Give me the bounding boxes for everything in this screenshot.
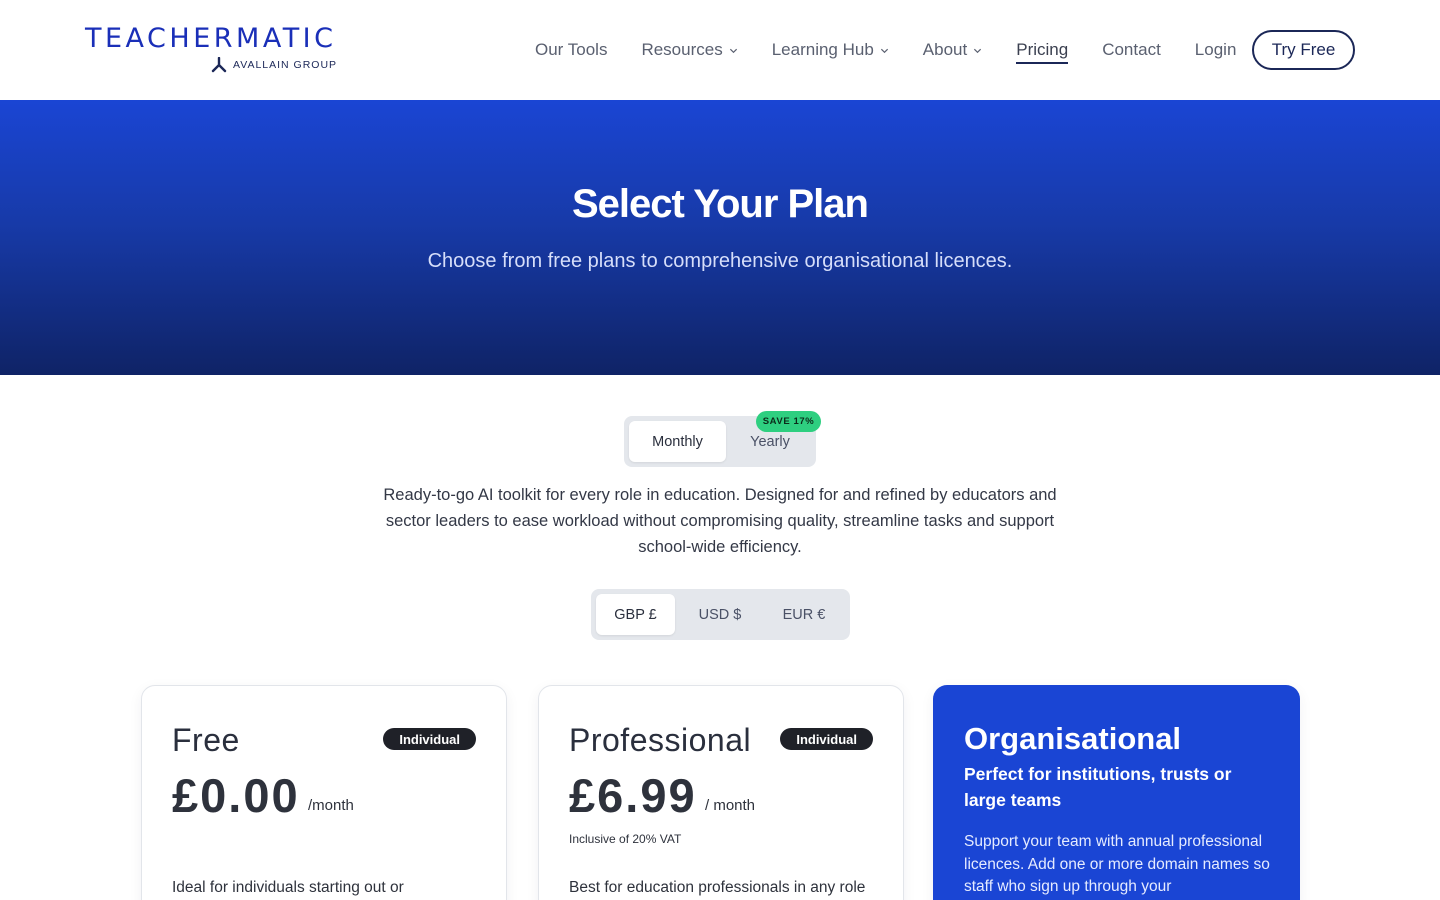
nav-item-label: Pricing: [1016, 40, 1069, 59]
page-title: Select Your Plan: [572, 182, 869, 226]
site-header: TEACHERMATIC AVALLAIN GROUP Our Tools Re…: [0, 0, 1440, 100]
logo-group-label: AVALLAIN GROUP: [233, 59, 338, 71]
nav-item-pricing[interactable]: Pricing: [1016, 40, 1069, 64]
plan-badge: Individual: [383, 728, 476, 750]
nav-item-resources[interactable]: Resources: [641, 40, 737, 60]
nav-item-label: Our Tools: [535, 40, 608, 59]
plan-badge: Individual: [780, 728, 873, 750]
logo-subline: AVALLAIN GROUP: [211, 57, 337, 73]
chevron-down-icon: [974, 48, 982, 53]
plan-price: £0.00: [172, 769, 300, 822]
nav-item-label: About: [922, 40, 968, 59]
logo-wordmark: TEACHERMATIC: [85, 23, 337, 54]
nav-item-label: Resources: [641, 40, 723, 59]
billing-monthly-option[interactable]: Monthly: [629, 421, 726, 462]
plan-card-organisational: Organisational Perfect for institutions,…: [933, 685, 1300, 900]
nav-item-about[interactable]: About: [923, 40, 982, 60]
currency-usd-option[interactable]: USD $: [679, 594, 761, 635]
nav-item-label: Login: [1194, 40, 1237, 59]
nav-item-contact[interactable]: Contact: [1102, 40, 1161, 60]
pricing-hero: Select Your Plan Choose from free plans …: [0, 100, 1440, 375]
save-badge: SAVE 17%: [756, 411, 821, 432]
currency-eur-option[interactable]: EUR €: [763, 594, 845, 635]
plan-name: Professional: [569, 722, 752, 758]
plan-period: /month: [308, 797, 354, 814]
plan-name: Organisational: [964, 721, 1182, 756]
hero-subtitle: Choose from free plans to comprehensive …: [427, 250, 1013, 272]
chevron-down-icon: [880, 48, 888, 53]
plan-description: Best for education professionals in any …: [569, 879, 866, 896]
teachermatic-logo[interactable]: TEACHERMATIC AVALLAIN GROUP: [85, 23, 337, 76]
avallain-mark-icon: [211, 57, 227, 73]
plan-description: Ideal for individuals starting out or: [172, 879, 404, 896]
plan-price: £6.99: [569, 769, 697, 822]
plan-card-professional: Professional Individual £6.99 / month In…: [538, 685, 904, 900]
plan-card-free: Free Individual £0.00 /month Ideal for i…: [141, 685, 507, 900]
currency-toggle: GBP £ USD $ EUR €: [591, 589, 850, 640]
nav-item-login[interactable]: Login: [1195, 40, 1237, 60]
plan-description: Support your team with annual profession…: [964, 833, 1270, 895]
nav-item-learning-hub[interactable]: Learning Hub: [772, 40, 889, 60]
plan-tagline: Perfect for institutions, trusts or larg…: [964, 764, 1232, 810]
plan-vat-note: Inclusive of 20% VAT: [569, 832, 682, 846]
chevron-down-icon: [729, 48, 737, 53]
nav-item-our-tools[interactable]: Our Tools: [535, 40, 607, 60]
try-free-button[interactable]: Try Free: [1252, 30, 1355, 70]
intro-text: Ready-to-go AI toolkit for every role in…: [383, 486, 1057, 556]
main-nav: Our Tools Resources Learning Hub About P…: [535, 0, 1270, 100]
plan-period: / month: [705, 797, 756, 814]
nav-item-label: Learning Hub: [771, 40, 874, 59]
currency-gbp-option[interactable]: GBP £: [596, 594, 675, 635]
plan-name: Free: [172, 722, 240, 758]
nav-item-label: Contact: [1102, 40, 1161, 59]
